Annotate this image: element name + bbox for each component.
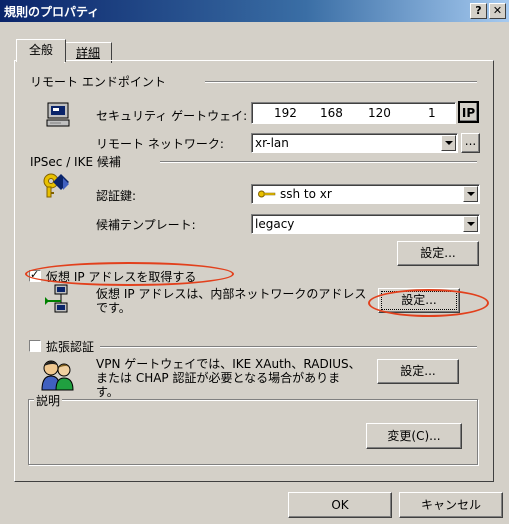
remote-network-more-button[interactable]: ... — [461, 133, 480, 153]
tab-general[interactable]: 全般 — [16, 39, 66, 62]
network-adapter-icon — [45, 284, 68, 313]
ip-mode-button[interactable]: IP — [458, 101, 479, 123]
extended-auth-description-line2: または CHAP 認証が必要となる場合がありま — [96, 371, 341, 385]
key-icon — [43, 173, 69, 198]
remote-network-select[interactable]: xr-lan — [251, 133, 458, 153]
cancel-button[interactable]: キャンセル — [399, 492, 503, 518]
computer-icon — [46, 102, 70, 127]
auth-key-value: ssh to xr — [280, 187, 332, 201]
ip-octet-2: 168 — [320, 106, 343, 120]
remote-network-dropdown-button[interactable] — [441, 135, 456, 151]
chevron-down-icon — [467, 192, 475, 196]
template-label: 候補テンプレート: — [96, 218, 196, 232]
annotation-oval — [368, 289, 489, 317]
gateway-ip-field[interactable]: 192 168 120 1 — [251, 102, 456, 124]
ip-octet-3: 120 — [368, 106, 391, 120]
virtual-ip-description-line2: です。 — [96, 301, 131, 315]
remote-endpoint-section-label: リモート エンドポイント — [30, 75, 166, 89]
users-icon — [41, 360, 74, 391]
auth-key-select[interactable]: ssh to xr — [251, 184, 480, 204]
template-dropdown-button[interactable] — [463, 216, 478, 232]
section-divider — [205, 81, 477, 83]
template-value: legacy — [255, 217, 295, 231]
virtual-ip-description-line1: 仮想 IP アドレスは、内部ネットワークのアドレス — [96, 287, 367, 301]
key-small-icon — [258, 190, 276, 198]
template-select[interactable]: legacy — [251, 214, 480, 234]
tab-advanced-label: 詳細 — [75, 46, 100, 60]
remote-network-value: xr-lan — [255, 136, 289, 150]
properties-dialog: 規則のプロパティ ? ✕ 全般 詳細 リモート エンドポイント セキュリティ ゲ… — [0, 0, 509, 524]
auth-key-dropdown-button[interactable] — [463, 186, 478, 202]
extended-auth-settings-button[interactable]: 設定... — [377, 359, 459, 384]
section-divider — [100, 346, 477, 348]
extended-auth-checkbox[interactable] — [29, 340, 41, 352]
close-button[interactable]: ✕ — [489, 3, 506, 19]
window-title: 規則のプロパティ — [4, 5, 100, 19]
ipsec-section-label: IPSec / IKE 候補 — [30, 155, 121, 169]
chevron-down-icon — [445, 141, 453, 145]
auth-key-label: 認証鍵: — [96, 189, 137, 203]
chevron-down-icon — [467, 222, 475, 226]
ip-octet-1: 192 — [274, 106, 297, 120]
change-description-button[interactable]: 変更(C)... — [366, 423, 462, 449]
ip-octet-4: 1 — [428, 106, 436, 120]
extended-auth-label[interactable]: 拡張認証 — [46, 338, 94, 355]
title-bar[interactable]: 規則のプロパティ ? ✕ — [0, 0, 509, 22]
help-button[interactable]: ? — [470, 3, 487, 19]
remote-network-label: リモート ネットワーク: — [96, 137, 224, 151]
ipsec-settings-button[interactable]: 設定... — [397, 241, 479, 266]
gateway-label: セキュリティ ゲートウェイ: — [96, 109, 248, 123]
extended-auth-description-line3: す。 — [96, 385, 119, 399]
section-divider — [160, 161, 477, 163]
description-group-label: 説明 — [34, 392, 63, 409]
ok-button[interactable]: OK — [288, 492, 392, 518]
